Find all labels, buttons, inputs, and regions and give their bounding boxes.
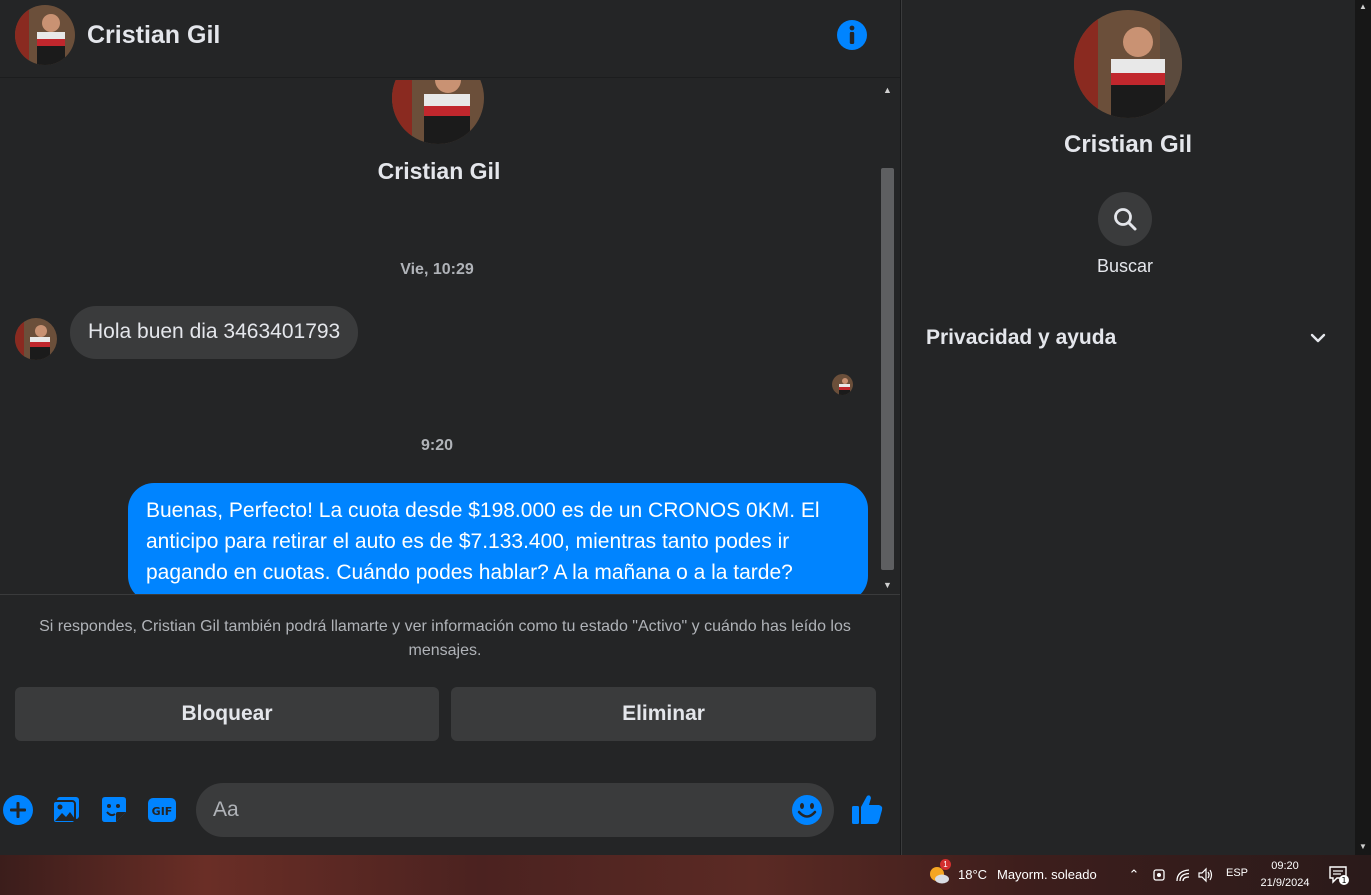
message-timestamp: 9:20 <box>420 437 454 454</box>
privacy-help-section[interactable]: Privacidad y ayuda <box>912 312 1344 362</box>
weather-temperature[interactable]: 18°C <box>958 867 987 882</box>
chevron-up-icon[interactable]: ⌃ <box>1126 867 1142 883</box>
window-scrollbar[interactable]: ▲ ▼ <box>1355 0 1371 855</box>
like-icon[interactable] <box>850 792 884 826</box>
language-indicator[interactable]: ESP <box>1226 867 1248 879</box>
svg-text:GIF: GIF <box>152 805 173 818</box>
taskbar: 1 18°C Mayorm. soleado ⌃ ESP 09:20 21/9/… <box>0 855 1371 895</box>
notification-icon[interactable]: 1 <box>1328 864 1350 886</box>
chat-panel: Cristian Gil Cristian Gil Vie, 10:29 Hol… <box>0 0 900 855</box>
profile-name: Cristian Gil <box>377 158 501 184</box>
volume-icon[interactable] <box>1197 867 1213 883</box>
message-input-container[interactable] <box>196 783 834 837</box>
info-icon[interactable] <box>836 19 868 51</box>
gif-icon[interactable]: GIF <box>146 794 178 826</box>
scroll-down-arrow[interactable]: ▼ <box>878 577 897 593</box>
emoji-icon[interactable] <box>791 794 823 826</box>
seen-indicator-avatar <box>832 374 853 395</box>
chevron-down-icon <box>1310 333 1326 343</box>
incoming-message[interactable]: Hola buen dia 3463401793 <box>70 306 359 359</box>
plus-icon[interactable] <box>2 794 34 826</box>
privacy-help-label: Privacidad y ayuda <box>926 326 1117 349</box>
message-list[interactable]: Cristian Gil Vie, 10:29 Hola buen dia 34… <box>0 80 878 594</box>
camera-icon[interactable] <box>1151 867 1167 883</box>
sticker-icon[interactable] <box>98 794 130 826</box>
composer: GIF <box>0 770 900 855</box>
conversation-info-panel: Cristian Gil Buscar Privacidad y ayuda <box>901 0 1355 855</box>
message-timestamp: Vie, 10:29 <box>400 261 474 278</box>
clock-date: 21/9/2024 <box>1260 877 1310 889</box>
scroll-thumb[interactable] <box>881 168 894 570</box>
search-button[interactable] <box>1098 192 1152 246</box>
chat-title[interactable]: Cristian Gil <box>87 21 220 50</box>
message-scrollbar[interactable]: ▲ ▼ <box>878 82 897 593</box>
profile-avatar <box>392 80 484 144</box>
block-button[interactable]: Bloquear <box>15 687 439 741</box>
chat-header: Cristian Gil <box>0 0 900 78</box>
search-label: Buscar <box>1096 256 1154 276</box>
wifi-icon[interactable] <box>1175 867 1191 883</box>
contact-avatar[interactable] <box>15 5 75 65</box>
side-profile-name: Cristian Gil <box>1063 131 1193 158</box>
search-icon <box>1114 208 1137 231</box>
notification-count: 1 <box>1341 876 1346 885</box>
side-profile-avatar[interactable] <box>1074 10 1182 118</box>
weather-description[interactable]: Mayorm. soleado <box>997 867 1097 882</box>
photo-icon[interactable] <box>50 794 82 826</box>
message-input[interactable] <box>213 783 783 837</box>
weather-badge: 1 <box>940 859 951 870</box>
window-scroll-down[interactable]: ▼ <box>1355 842 1371 851</box>
system-clock[interactable]: 09:20 21/9/2024 <box>1252 858 1318 892</box>
request-notice: Si respondes, Cristian Gil también podrá… <box>39 618 851 659</box>
sender-avatar[interactable] <box>15 318 57 360</box>
clock-time: 09:20 <box>1271 860 1299 872</box>
scroll-up-arrow[interactable]: ▲ <box>878 82 897 98</box>
outgoing-message[interactable]: Buenas, Perfecto! La cuota desde $198.00… <box>128 483 868 594</box>
message-request-panel: Si respondes, Cristian Gil también podrá… <box>0 594 900 770</box>
delete-button[interactable]: Eliminar <box>451 687 876 741</box>
window-scroll-up[interactable]: ▲ <box>1355 2 1371 11</box>
